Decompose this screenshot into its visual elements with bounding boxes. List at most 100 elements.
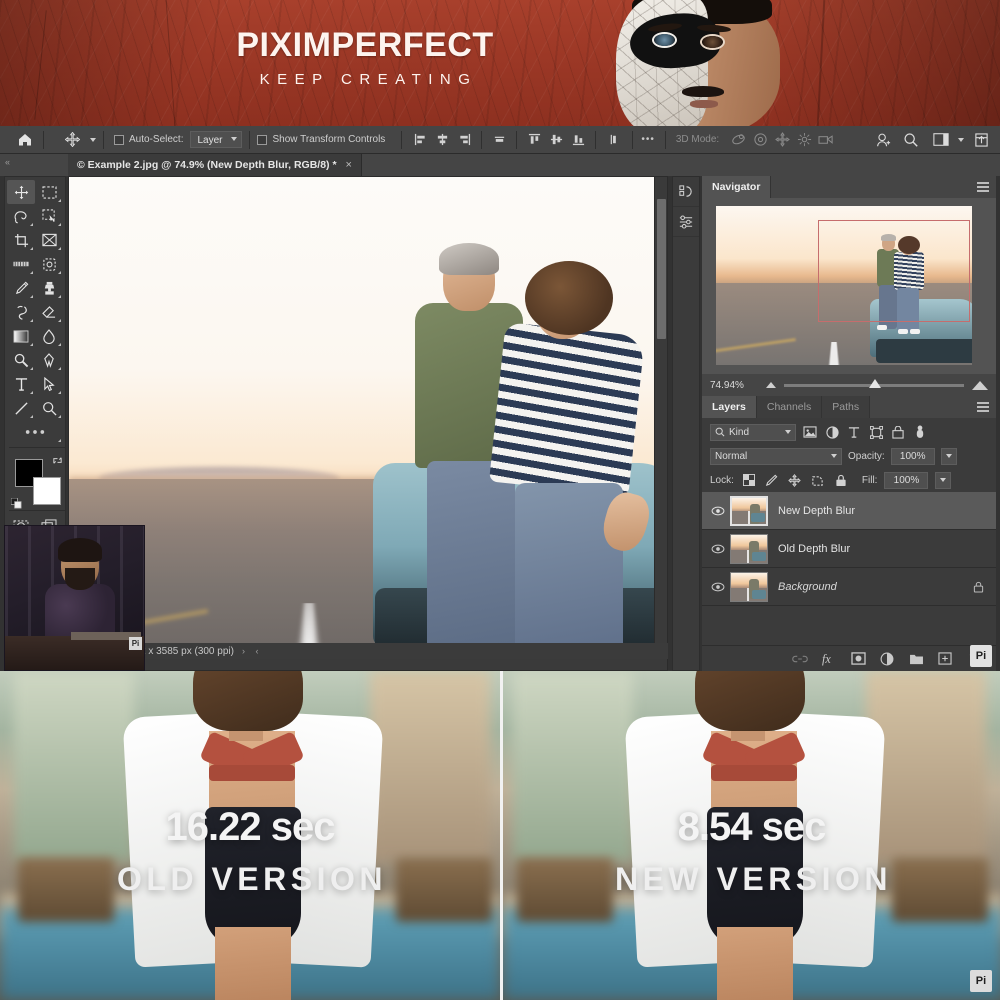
- workspace-icon[interactable]: [930, 129, 952, 151]
- distribute-horizontally-icon[interactable]: [488, 129, 510, 151]
- color-swatches[interactable]: [11, 455, 65, 509]
- layer-styles-fx-icon[interactable]: fx: [821, 651, 837, 667]
- zoom-tool[interactable]: [35, 396, 63, 420]
- auto-select-scope-dropdown[interactable]: Layer: [190, 131, 243, 148]
- rectangular-marquee-tool[interactable]: [35, 180, 63, 204]
- status-bar-arrows[interactable]: › ‹: [242, 646, 263, 656]
- align-right-edges-icon[interactable]: [453, 129, 475, 151]
- eraser-tool[interactable]: [35, 300, 63, 324]
- chevron-down-icon[interactable]: [90, 137, 96, 142]
- panel-menu-icon[interactable]: [977, 402, 989, 414]
- zoom-in-icon[interactable]: [972, 380, 988, 390]
- lock-icon[interactable]: [973, 581, 984, 593]
- auto-select-option[interactable]: Auto-Select:: [114, 134, 183, 145]
- layer-name[interactable]: New Depth Blur: [778, 505, 996, 517]
- lock-all-icon[interactable]: [833, 472, 849, 488]
- crop-tool[interactable]: [7, 228, 35, 252]
- eyedropper-tool[interactable]: [7, 252, 35, 276]
- filter-toggle-icon[interactable]: [912, 424, 928, 440]
- tab-navigator[interactable]: Navigator: [702, 176, 772, 198]
- layer-name[interactable]: Old Depth Blur: [778, 543, 996, 555]
- slider-track[interactable]: [784, 378, 964, 388]
- edit-toolbar-button[interactable]: [7, 420, 63, 444]
- filter-shape-icon[interactable]: [868, 424, 884, 440]
- layer-visibility-toggle[interactable]: [706, 582, 730, 592]
- document-tab[interactable]: © Example 2.jpg @ 74.9% (New Depth Blur,…: [68, 154, 362, 176]
- slide-3d-icon[interactable]: [793, 129, 815, 151]
- tab-channels[interactable]: Channels: [756, 396, 823, 418]
- scrollbar-thumb[interactable]: [657, 199, 666, 339]
- history-brush-tool[interactable]: [7, 300, 35, 324]
- move-tool[interactable]: [7, 180, 35, 204]
- show-transform-checkbox[interactable]: [257, 134, 268, 145]
- lock-position-icon[interactable]: [787, 472, 803, 488]
- more-options-button[interactable]: •••: [641, 134, 655, 145]
- panel-menu-icon[interactable]: [977, 182, 989, 194]
- rotate-3d-icon[interactable]: [727, 129, 749, 151]
- move-tool-icon[interactable]: [61, 129, 83, 151]
- brush-tool[interactable]: [7, 276, 35, 300]
- home-icon[interactable]: [14, 129, 36, 151]
- pen-tool[interactable]: [35, 348, 63, 372]
- align-left-edges-icon[interactable]: [409, 129, 431, 151]
- tab-layers[interactable]: Layers: [702, 396, 757, 418]
- canvas-vertical-scrollbar[interactable]: [654, 177, 667, 670]
- link-layers-icon[interactable]: [792, 651, 808, 667]
- auto-select-checkbox[interactable]: [114, 134, 124, 145]
- navigator-zoom-slider[interactable]: [766, 378, 988, 390]
- filter-type-icon[interactable]: [846, 424, 862, 440]
- lock-transparent-pixels-icon[interactable]: [741, 472, 757, 488]
- frame-tool[interactable]: [35, 228, 63, 252]
- show-transform-controls-option[interactable]: Show Transform Controls: [257, 134, 385, 145]
- swap-colors-icon[interactable]: [52, 455, 63, 466]
- layer-visibility-toggle[interactable]: [706, 544, 730, 554]
- dodge-tool[interactable]: [7, 348, 35, 372]
- roll-3d-icon[interactable]: [749, 129, 771, 151]
- lasso-tool[interactable]: [7, 204, 35, 228]
- navigator-view-box[interactable]: [818, 220, 970, 322]
- lock-image-pixels-icon[interactable]: [764, 472, 780, 488]
- export-icon[interactable]: [970, 129, 992, 151]
- tab-paths[interactable]: Paths: [822, 396, 871, 418]
- layer-name[interactable]: Background: [778, 581, 973, 593]
- fill-stepper[interactable]: [935, 471, 952, 489]
- search-icon[interactable]: [900, 129, 922, 151]
- filter-adjustment-icon[interactable]: [824, 424, 840, 440]
- chevron-down-icon[interactable]: [958, 137, 964, 142]
- layer-thumbnail[interactable]: [730, 571, 768, 602]
- collapse-panel-button[interactable]: «: [5, 157, 10, 167]
- gradient-tool[interactable]: [7, 324, 35, 348]
- scale-3d-camera-icon[interactable]: [815, 129, 837, 151]
- distribute-vertically-icon[interactable]: [602, 129, 624, 151]
- blur-tool[interactable]: [35, 324, 63, 348]
- filter-smart-object-icon[interactable]: [890, 424, 906, 440]
- table-row[interactable]: Background: [702, 568, 996, 606]
- new-adjustment-layer-icon[interactable]: [879, 651, 895, 667]
- slider-knob[interactable]: [868, 378, 881, 388]
- fill-value[interactable]: 100%: [884, 471, 929, 489]
- align-vertical-centers-icon[interactable]: [545, 129, 567, 151]
- line-tool[interactable]: [7, 396, 35, 420]
- path-selection-tool[interactable]: [35, 372, 63, 396]
- zoom-out-icon[interactable]: [766, 382, 776, 388]
- layer-thumbnail[interactable]: [730, 533, 768, 564]
- align-top-edges-icon[interactable]: [523, 129, 545, 151]
- adjustments-panel-icon[interactable]: [673, 207, 699, 237]
- opacity-value[interactable]: 100%: [890, 447, 935, 465]
- layer-filter-kind-dropdown[interactable]: Kind: [710, 423, 796, 441]
- table-row[interactable]: Old Depth Blur: [702, 530, 996, 568]
- drag-3d-icon[interactable]: [771, 129, 793, 151]
- align-horizontal-centers-icon[interactable]: [431, 129, 453, 151]
- new-layer-icon[interactable]: [937, 651, 953, 667]
- layer-visibility-toggle[interactable]: [706, 506, 730, 516]
- add-layer-mask-icon[interactable]: [850, 651, 866, 667]
- align-bottom-edges-icon[interactable]: [567, 129, 589, 151]
- lock-artboard-nesting-icon[interactable]: [810, 472, 826, 488]
- blend-mode-dropdown[interactable]: Normal: [710, 447, 842, 465]
- new-group-icon[interactable]: [908, 651, 924, 667]
- share-icon[interactable]: [872, 129, 894, 151]
- default-colors-icon[interactable]: [11, 498, 22, 509]
- background-color-swatch[interactable]: [33, 477, 61, 505]
- history-panel-icon[interactable]: [673, 177, 699, 207]
- navigator-zoom-value[interactable]: 74.94%: [710, 380, 758, 391]
